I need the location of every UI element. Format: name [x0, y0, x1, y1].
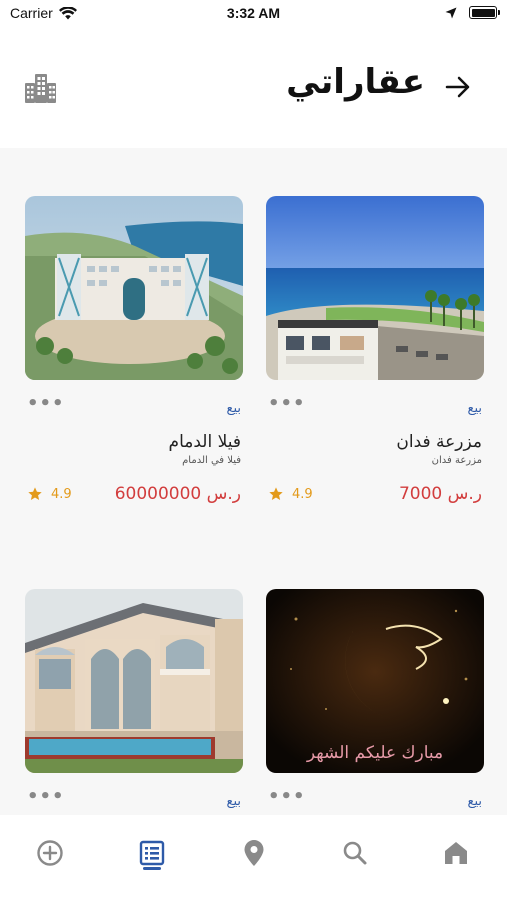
rating-value: 4.9: [292, 486, 313, 502]
header: عقاراتي: [0, 28, 507, 148]
listing-subtitle: فيلا في الدمام: [182, 455, 241, 466]
add-circle-icon: [37, 840, 63, 866]
listing-subtitle: مزرعة فدان: [431, 455, 482, 466]
listing-photo: [266, 196, 484, 380]
listing-rating: 4.9: [268, 486, 313, 502]
location-arrow-icon: [445, 7, 457, 18]
listing-photo: [25, 589, 243, 773]
home-icon: [445, 842, 467, 864]
battery-icon: [469, 6, 500, 19]
grid-view-button[interactable]: [22, 70, 58, 106]
tab-location[interactable]: [234, 833, 274, 873]
back-button[interactable]: [443, 72, 473, 102]
listing-type: بيع: [226, 401, 241, 416]
search-icon: [343, 841, 367, 865]
listing-title: فيلا الدمام: [168, 432, 241, 452]
listing-price: 7000 ر.س: [398, 484, 482, 504]
buildings-icon: [25, 74, 56, 103]
arrow-right-icon: [445, 76, 470, 98]
rating-value: 4.9: [51, 486, 72, 502]
more-options-button[interactable]: •••: [268, 788, 306, 806]
more-options-button[interactable]: •••: [268, 395, 306, 413]
listing-type: بيع: [226, 794, 241, 809]
listing-photo: مبارك عليكم الشهر: [266, 589, 484, 773]
listing-card[interactable]: ••• بيع مزرعة فدان مزرعة فدان 7000 ر.س 4…: [266, 196, 484, 504]
tab-add[interactable]: [30, 833, 70, 873]
listing-type: بيع: [467, 794, 482, 809]
listing-type: بيع: [467, 401, 482, 416]
page-title: عقاراتي: [286, 62, 425, 102]
image-caption: مبارك عليكم الشهر: [306, 743, 444, 763]
status-bar: Carrier 3:32 AM: [0, 0, 507, 28]
clock: 3:32 AM: [226, 5, 281, 21]
star-icon: [269, 487, 283, 500]
listing-card[interactable]: ••• بيع: [25, 589, 243, 809]
listing-price: 60000000 ر.س: [114, 484, 241, 504]
listings-grid: ••• بيع مزرعة فدان مزرعة فدان 7000 ر.س 4…: [0, 148, 507, 815]
listing-rating: 4.9: [27, 486, 72, 502]
listing-photo: [25, 196, 243, 380]
location-pin-icon: [244, 840, 264, 866]
listing-title: مزرعة فدان: [396, 432, 482, 452]
active-tab-indicator: [143, 867, 161, 870]
listing-card[interactable]: ••• بيع فيلا الدمام فيلا في الدمام 60000…: [25, 196, 243, 504]
tab-bar: [0, 815, 507, 900]
tab-home[interactable]: [436, 833, 476, 873]
list-icon: [139, 840, 165, 866]
more-options-button[interactable]: •••: [27, 395, 65, 413]
listing-card[interactable]: مبارك عليكم الشهر ••• بيع: [266, 589, 484, 809]
tab-search[interactable]: [335, 833, 375, 873]
star-icon: [28, 487, 42, 500]
more-options-button[interactable]: •••: [27, 788, 65, 806]
